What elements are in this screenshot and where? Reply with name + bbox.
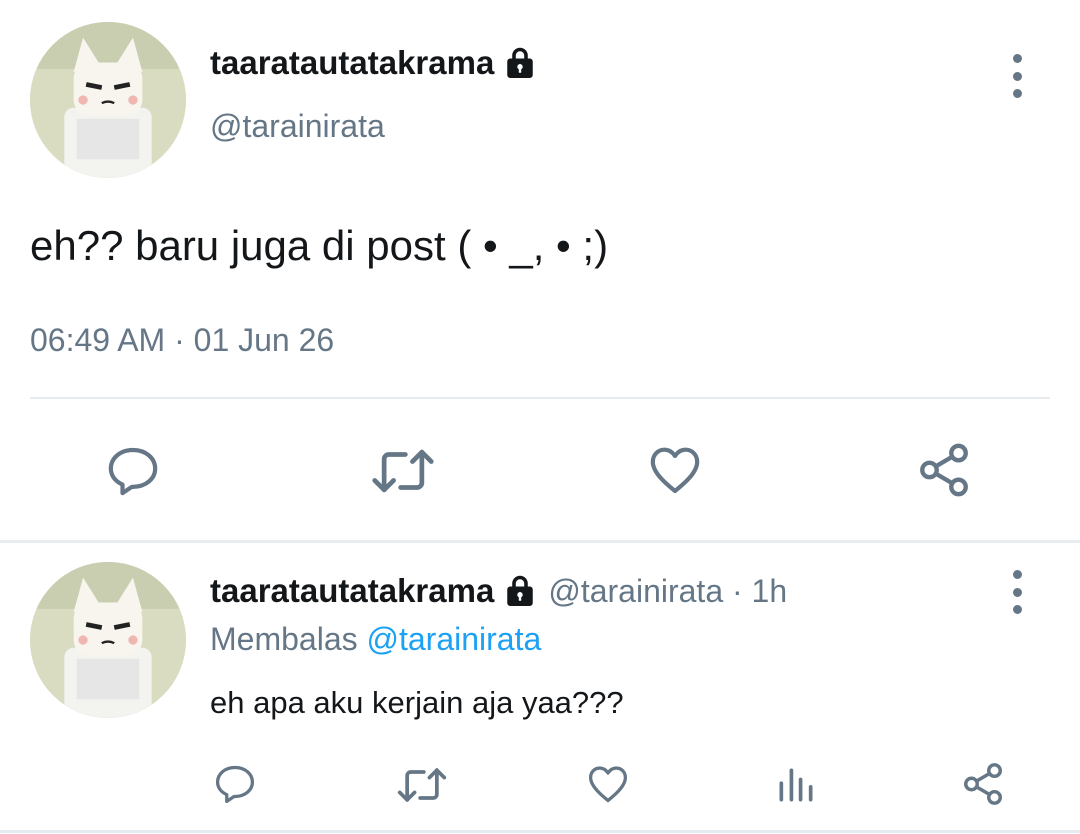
reply-icon[interactable] bbox=[212, 762, 258, 806]
retweet-icon[interactable] bbox=[370, 446, 436, 496]
replying-mention-link[interactable]: @tarainirata bbox=[367, 621, 542, 657]
lock-icon bbox=[507, 47, 534, 78]
more-vertical-icon[interactable] bbox=[1007, 570, 1027, 614]
cat-mask-avatar-icon bbox=[30, 562, 186, 718]
reply-meta: @tarainirata · 1h bbox=[548, 572, 788, 609]
author-avatar[interactable] bbox=[30, 22, 186, 178]
reply-icon[interactable] bbox=[104, 443, 162, 499]
lock-icon bbox=[507, 575, 534, 606]
reply-text: eh apa aku kerjain aja yaa??? bbox=[210, 685, 624, 720]
tweet-text: eh?? baru juga di post ( • _, • ;) bbox=[30, 222, 609, 269]
section-divider bbox=[0, 540, 1080, 543]
author-name[interactable]: taaratautatakrama bbox=[210, 44, 538, 82]
like-icon[interactable] bbox=[585, 762, 631, 806]
analytics-icon[interactable] bbox=[774, 763, 818, 807]
author-handle[interactable]: @tarainirata bbox=[210, 108, 385, 145]
author-name-text: taaratautatakrama bbox=[210, 44, 495, 81]
replying-prefix: Membalas bbox=[210, 621, 358, 657]
divider bbox=[30, 397, 1050, 399]
reply-header[interactable]: taaratautatakrama @tarainirata · 1h bbox=[210, 572, 787, 610]
like-icon[interactable] bbox=[646, 442, 704, 498]
reply-author-name: taaratautatakrama bbox=[210, 572, 495, 609]
section-divider bbox=[0, 830, 1080, 833]
tweet-timestamp[interactable]: 06:49 AM · 01 Jun 26 bbox=[30, 322, 334, 359]
retweet-icon[interactable] bbox=[396, 765, 448, 805]
cat-mask-avatar-icon bbox=[30, 22, 186, 178]
reply-avatar[interactable] bbox=[30, 562, 186, 718]
share-icon[interactable] bbox=[960, 761, 1006, 807]
more-vertical-icon[interactable] bbox=[1007, 54, 1027, 98]
replying-to: Membalas @tarainirata bbox=[210, 621, 541, 658]
share-icon[interactable] bbox=[915, 441, 973, 499]
